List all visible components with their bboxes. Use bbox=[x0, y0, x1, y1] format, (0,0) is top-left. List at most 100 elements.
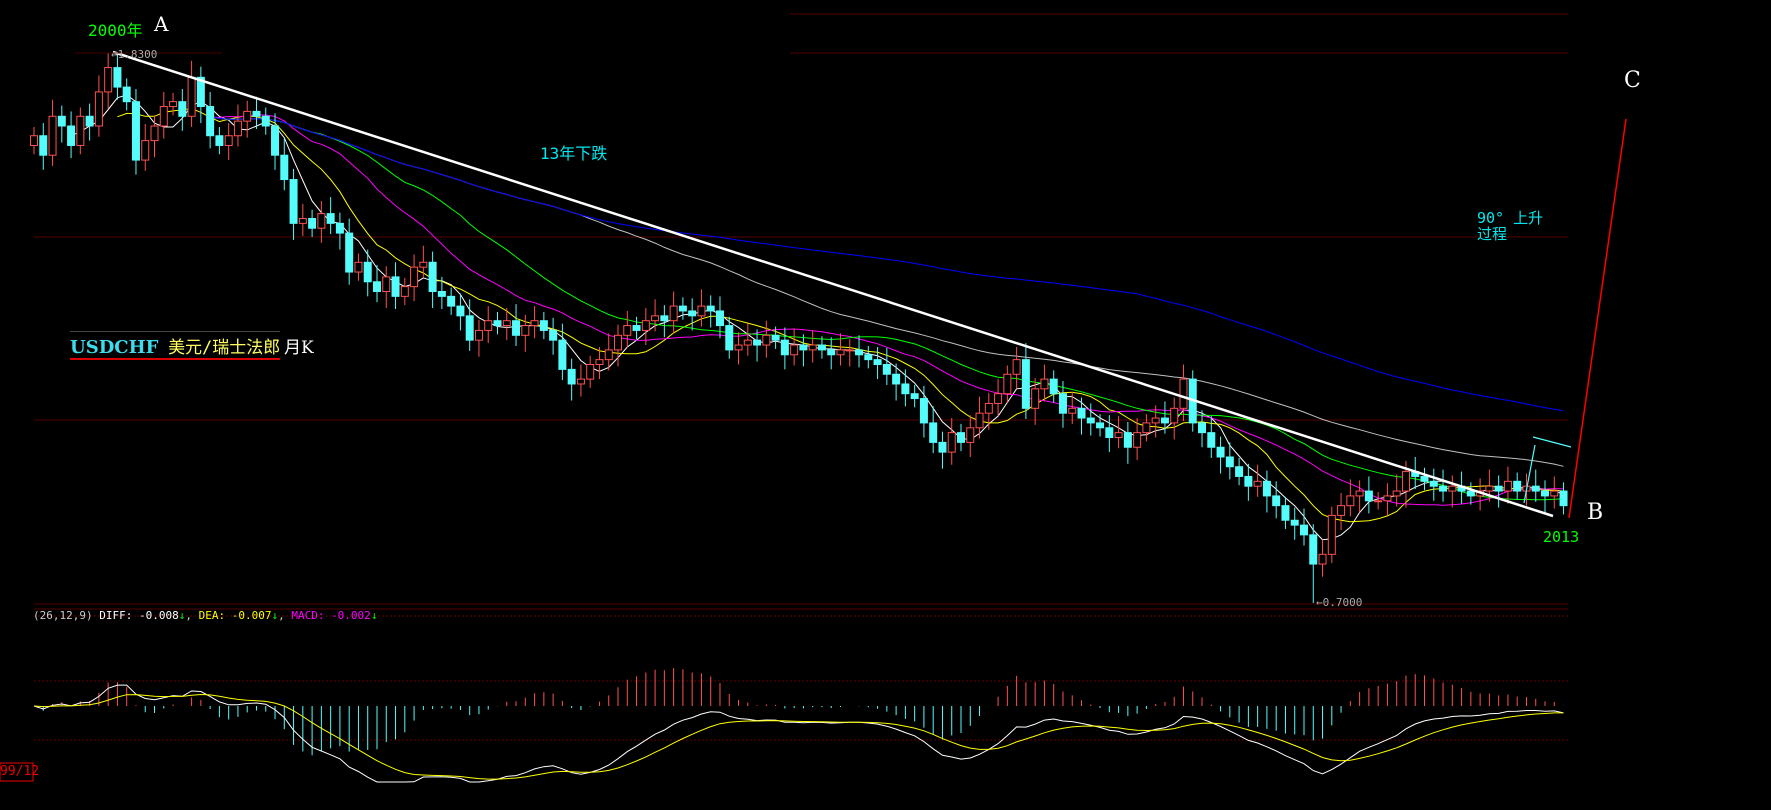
start-date-label: 99/12 bbox=[0, 764, 40, 779]
rise-annotation-2: 过程 bbox=[1477, 225, 1508, 243]
candle-up bbox=[641, 320, 650, 331]
symbol-name: 美元/瑞士法郎 bbox=[168, 338, 281, 358]
macd-params: (26,12,9) bbox=[33, 609, 93, 622]
candle-up bbox=[169, 101, 178, 108]
year-2013-label: 2013 bbox=[1543, 528, 1580, 546]
candle-down bbox=[539, 320, 548, 331]
candle-up bbox=[48, 115, 57, 156]
candle-up bbox=[595, 359, 604, 366]
candle-up bbox=[298, 217, 307, 224]
dea-line bbox=[33, 693, 1564, 780]
candle-up bbox=[502, 320, 511, 327]
candle-up bbox=[484, 320, 493, 331]
candle-down bbox=[919, 398, 928, 424]
candle-down bbox=[799, 344, 808, 351]
candle-up bbox=[1114, 432, 1123, 439]
candle-up bbox=[1012, 359, 1021, 375]
candle-down bbox=[113, 67, 122, 88]
candle-up bbox=[30, 135, 38, 146]
point-b-label: B bbox=[1587, 500, 1604, 525]
candle-down bbox=[910, 393, 919, 400]
candle-down bbox=[465, 315, 474, 341]
candle-up bbox=[1003, 373, 1012, 395]
candle-up bbox=[1318, 553, 1327, 565]
point-c-label: C bbox=[1624, 68, 1641, 93]
year-2000-label: 2000年 bbox=[88, 21, 143, 40]
high-price-label: ←1.8300 bbox=[111, 48, 158, 61]
candle-down bbox=[549, 329, 558, 341]
candle-down bbox=[1049, 378, 1058, 395]
moving-averages bbox=[70, 94, 1564, 541]
candle-down bbox=[131, 101, 140, 161]
candle-down bbox=[1466, 490, 1475, 497]
ma-20-line bbox=[210, 114, 1564, 506]
candle-down bbox=[428, 261, 437, 292]
candle-down bbox=[1272, 495, 1281, 507]
candle-up bbox=[1503, 480, 1512, 492]
candle-up bbox=[614, 334, 623, 351]
candle-down bbox=[929, 422, 938, 443]
candle-down bbox=[1494, 485, 1503, 492]
candle-up bbox=[966, 427, 975, 443]
candle-down bbox=[938, 441, 947, 453]
candle-down bbox=[864, 354, 873, 361]
dea-value: DEA: -0.007 bbox=[198, 609, 272, 622]
candle-up bbox=[94, 91, 103, 127]
candle-up bbox=[1550, 490, 1559, 497]
candle-down bbox=[1160, 417, 1169, 424]
candle-down bbox=[335, 222, 344, 234]
candle-up bbox=[669, 305, 678, 322]
diff-line bbox=[33, 684, 1564, 783]
candle-down bbox=[1281, 505, 1290, 521]
candle-up bbox=[410, 266, 419, 288]
symbol-code: USDCHF bbox=[70, 337, 159, 358]
candle-down bbox=[122, 86, 131, 103]
candle-down bbox=[558, 339, 567, 370]
candle-up bbox=[697, 305, 706, 317]
candle-down bbox=[1262, 480, 1271, 497]
separator: , bbox=[278, 609, 285, 622]
candle-down bbox=[308, 217, 317, 229]
candle-down bbox=[280, 154, 289, 181]
candle-down bbox=[892, 373, 901, 385]
candle-up bbox=[1133, 432, 1142, 448]
candle-down bbox=[345, 232, 354, 273]
candle-down bbox=[660, 315, 669, 322]
candle-down bbox=[178, 101, 187, 117]
ma-10-line bbox=[117, 107, 1564, 523]
candle-up bbox=[224, 135, 233, 146]
candle-down bbox=[1559, 490, 1568, 507]
candle-up bbox=[1355, 490, 1364, 497]
ma-5-line bbox=[70, 94, 1564, 541]
candle-down bbox=[753, 339, 762, 346]
candle-down bbox=[1429, 480, 1438, 487]
candle-down bbox=[873, 359, 882, 366]
candle-up bbox=[975, 412, 984, 429]
candle-down bbox=[1077, 407, 1086, 419]
symbol-title: USDCHF 美元/瑞士法郎 bbox=[70, 331, 281, 360]
candle-up bbox=[808, 344, 817, 351]
macd-header: (26,12,9) DIFF: -0.008↓, DEA: -0.007↓, M… bbox=[33, 609, 377, 622]
candle-up bbox=[1392, 490, 1401, 497]
trendline-a-b bbox=[112, 50, 1554, 518]
candle-down bbox=[437, 290, 446, 297]
candle-up bbox=[141, 140, 150, 161]
candlestick-chart bbox=[0, 13, 1627, 783]
macd-value: MACD: -0.002 bbox=[291, 609, 371, 622]
candle-down bbox=[1021, 359, 1030, 409]
candle-up bbox=[233, 120, 242, 137]
cyan-projection-line bbox=[1523, 444, 1536, 504]
candle-down bbox=[447, 295, 456, 307]
candle-down bbox=[771, 334, 780, 341]
candle-down bbox=[1207, 432, 1216, 448]
cyan-projection-line-2 bbox=[1532, 436, 1572, 448]
candle-up bbox=[984, 402, 993, 414]
candle-down bbox=[1096, 422, 1105, 429]
macd-panel bbox=[33, 668, 1565, 783]
candle-down bbox=[882, 364, 891, 375]
candle-down bbox=[85, 115, 94, 127]
candle-down bbox=[1235, 466, 1244, 477]
candles bbox=[30, 53, 1568, 603]
candle-down bbox=[1216, 446, 1225, 458]
candle-down bbox=[725, 325, 734, 351]
